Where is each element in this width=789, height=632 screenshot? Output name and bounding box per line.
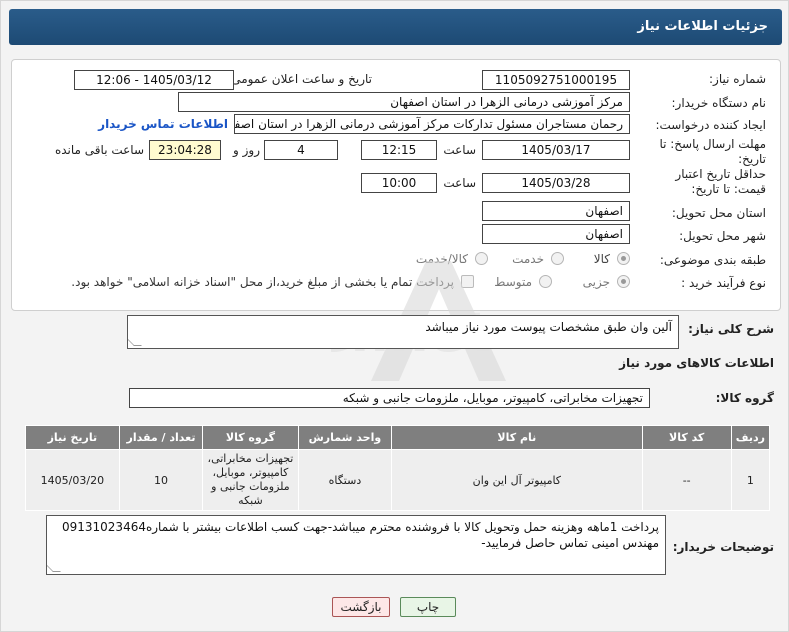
col-header-qty: تعداد / مقدار [118,425,204,450]
table-row: 1 -- کامپیوتر آل این وان دستگاه تجهیزات … [25,449,771,511]
cell-date: 1405/03/20 [25,449,120,511]
col-header-unit: واحد شمارش [297,425,393,450]
page-title: جزئیات اطلاعات نیاز [637,19,768,34]
buyer-notes-text: پرداخت 1ماهه وهزینه حمل وتحویل کالا با ف… [61,520,659,550]
category-label: طبقه بندی موضوعی: [659,253,766,267]
remaining-label: ساعت باقی مانده [54,143,144,157]
back-button[interactable]: بازگشت [332,597,390,617]
items-table: ردیف کد کالا نام کالا واحد شمارش گروه کا… [25,425,771,511]
buyer-org-label: نام دستگاه خریدار: [671,96,767,110]
category-radio-service[interactable] [551,252,564,265]
remaining-time-field: 23:04:28 [149,140,221,160]
process-radio-medium[interactable] [539,275,552,288]
reply-time-field: 12:15 [361,140,437,160]
goods-section-title: اطلاعات کالاهای مورد نیاز [619,356,774,370]
treasury-payment-checkbox[interactable] [461,275,474,288]
treasury-payment-note: پرداخت تمام یا بخشی از مبلغ خرید،از محل … [71,275,454,289]
validity-time-field: 10:00 [361,173,437,193]
goods-group-label: گروه کالا: [715,391,774,405]
cell-unit: دستگاه [297,449,393,511]
summary-text: آلین وان طبق مشخصات پیوست مورد نیاز میبا… [425,320,672,334]
category-goods-label: کالا [593,252,610,266]
details-panel: شماره نیاز: 1105092751000195 تاریخ و ساع… [11,59,781,311]
col-header-date: تاریخ نیاز [25,425,120,450]
items-table-header: ردیف کد کالا نام کالا واحد شمارش گروه کا… [25,425,771,450]
buyer-org-field: مرکز آموزشی درمانی الزهرا در استان اصفها… [178,92,630,112]
category-radio-goods-service[interactable] [475,252,488,265]
process-label: نوع فرآیند خرید : [681,276,766,290]
category-service-label: خدمت [512,252,544,266]
validity-date-field: 1405/03/28 [482,173,630,193]
summary-textarea[interactable]: آلین وان طبق مشخصات پیوست مورد نیاز میبا… [127,315,679,349]
city-label: شهر محل تحویل: [679,229,766,243]
col-header-group: گروه کالا [202,425,299,450]
city-field: اصفهان [482,224,630,244]
creator-field: رحمان مستاجران مسئول تدارکات مرکز آموزشی… [234,114,630,134]
goods-group-field: تجهیزات مخابراتی، کامپیوتر، موبایل، ملزو… [129,388,650,408]
province-field: اصفهان [482,201,630,221]
validity-label: حداقل تاریخ اعتبار قیمت: تا تاریخ: [675,167,766,196]
process-radio-minor[interactable] [617,275,630,288]
reply-time-label: ساعت [443,143,476,157]
cell-code: -- [641,449,732,511]
province-label: استان محل تحویل: [671,206,766,220]
category-radio-goods[interactable] [617,252,630,265]
resize-handle-icon[interactable] [47,564,61,572]
days-field: 4 [264,140,338,160]
print-button[interactable]: چاپ [400,597,456,617]
reply-date-field: 1405/03/17 [482,140,630,160]
announce-label: تاریخ و ساعت اعلان عمومی: [227,72,372,86]
cell-name: کامپیوتر آل این وان [391,449,643,511]
title-bar: جزئیات اطلاعات نیاز [9,9,782,45]
buyer-notes-label: توضیحات خریدار: [672,540,774,554]
col-header-row: ردیف [730,425,771,450]
buyer-contact-link[interactable]: اطلاعات تماس خریدار [98,117,228,131]
col-header-code: کد کالا [641,425,732,450]
summary-label: شرح کلی نیاز: [688,322,774,336]
process-minor-label: جزیی [582,275,610,289]
announce-datetime-field: 1405/03/12 - 12:06 [74,70,234,90]
cell-qty: 10 [118,449,204,511]
need-number-label: شماره نیاز: [709,72,766,86]
days-label: روز و [233,143,260,157]
need-number-field: 1105092751000195 [482,70,630,90]
buyer-notes-textarea[interactable]: پرداخت 1ماهه وهزینه حمل وتحویل کالا با ف… [46,515,666,575]
reply-deadline-label: مهلت ارسال پاسخ: تا تاریخ: [659,137,766,166]
category-goods-service-label: کالا/خدمت [415,252,468,266]
page-frame: جزئیات اطلاعات نیاز شماره نیاز: 11050927… [0,0,789,632]
col-header-name: نام کالا [391,425,643,450]
cell-row: 1 [730,449,771,511]
creator-label: ایجاد کننده درخواست: [655,118,766,132]
resize-handle-icon[interactable] [128,338,142,346]
process-medium-label: متوسط [494,275,532,289]
cell-group: تجهیزات مخابراتی، کامپیوتر، موبایل، ملزو… [202,449,299,511]
validity-time-label: ساعت [443,176,476,190]
